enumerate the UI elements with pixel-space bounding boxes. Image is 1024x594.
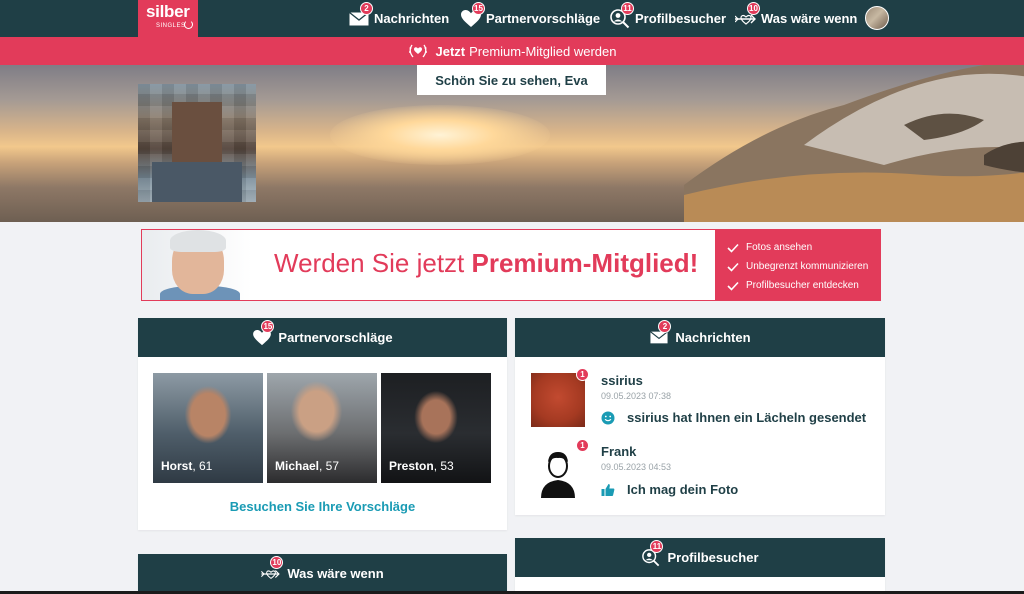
greeting-box: Schön Sie zu sehen, Eva [417, 65, 606, 95]
profile-shoulder [152, 162, 242, 202]
top-navigation: silber SINGLES 2 Nachrichten 15 Partnerv… [0, 0, 1024, 37]
suggestions-card-title: Partnervorschläge [278, 330, 393, 345]
visitors-card: 11 Profilbesucher [515, 538, 885, 594]
message-sender-name[interactable]: Frank [601, 444, 636, 459]
smile-icon [601, 411, 615, 424]
premium-banner[interactable]: Werden Sie jetzt Premium-Mitglied! Fotos… [141, 229, 881, 301]
logo-subtext: SINGLES [156, 23, 186, 29]
suggestion-name: Michael [275, 459, 320, 473]
nav-whatif[interactable]: 10 Was wäre wenn [735, 0, 857, 37]
premium-stripe[interactable]: Jetzt Premium-Mitglied werden [0, 37, 1024, 65]
laurel-heart-icon [409, 44, 428, 58]
message-sender-name[interactable]: ssirius [601, 373, 643, 388]
logo-heart-icon [184, 20, 193, 29]
message-preview[interactable]: ssirius hat Ihnen ein Lächeln gesendet [601, 410, 866, 425]
banner-man-photo [142, 230, 252, 300]
suggestion-label: Horst, 61 [161, 459, 212, 473]
nav-whatif-label: Was wäre wenn [761, 11, 858, 26]
arrow-heart-icon: 10 [261, 555, 284, 582]
visitors-card-title: Profilbesucher [667, 550, 759, 565]
heart-icon: 15 [252, 319, 275, 346]
message-time: 09.05.2023 07:38 [601, 391, 672, 401]
silber-singles-logo[interactable]: silber SINGLES [138, 0, 198, 37]
message-preview-text: ssirius hat Ihnen ein Lächeln gesendet [627, 410, 867, 425]
messages-card: 2 Nachrichten 1 ssirius 09.05.2023 07:38… [515, 318, 885, 515]
banner-text-pre: Werden Sie jetzt [274, 248, 465, 278]
messages-badge: 2 [360, 1, 373, 15]
whatif-badge: 10 [747, 1, 760, 15]
whatif-card-title: Was wäre wenn [287, 566, 384, 581]
message-unread-badge: 1 [576, 439, 589, 452]
check-icon [727, 281, 739, 291]
suggestion-label: Michael, 57 [275, 459, 339, 473]
banner-feature: Unbegrenzt kommunizieren [727, 257, 880, 276]
banner-headline: Werden Sie jetzt Premium-Mitglied! [274, 248, 698, 279]
hero-sun-glow [330, 105, 550, 165]
check-icon [727, 243, 739, 253]
visitors-card-badge: 11 [650, 539, 664, 553]
visitor-icon: 11 [641, 539, 664, 566]
suggestions-card: 15 Partnervorschläge Horst, 61 Michael, … [138, 318, 507, 530]
nav-visitors-label: Profilbesucher [635, 11, 727, 26]
profile-face-pixelated [172, 102, 222, 164]
suggestions-card-badge: 15 [261, 319, 275, 333]
nav-messages-label: Nachrichten [374, 11, 450, 26]
message-sender-photo[interactable]: 1 [531, 368, 589, 427]
suggestion-age: , 53 [433, 459, 454, 473]
banner-man-hair [170, 230, 226, 252]
messages-card-header[interactable]: 2 Nachrichten [515, 318, 885, 357]
message-preview-text: Ich mag dein Foto [627, 482, 739, 497]
suggestion-tile[interactable]: Preston, 53 [381, 373, 491, 483]
suggestion-age: , 57 [319, 459, 340, 473]
nav-visitors[interactable]: 11 Profilbesucher [609, 0, 726, 37]
user-avatar[interactable] [865, 6, 889, 30]
visitors-badge: 11 [621, 1, 634, 15]
banner-feature: Profilbesucher entdecken [727, 276, 880, 295]
nav-messages[interactable]: 2 Nachrichten [348, 0, 449, 37]
suggestion-label: Preston, 53 [389, 459, 454, 473]
banner-feature: Fotos ansehen [727, 238, 880, 257]
suggestion-name: Horst [161, 459, 193, 473]
messages-card-title: Nachrichten [675, 330, 751, 345]
profile-photo[interactable] [138, 84, 256, 202]
banner-feature-label: Profilbesucher entdecken [746, 280, 859, 291]
whatif-card: 10 Was wäre wenn [138, 554, 507, 594]
message-preview[interactable]: Ich mag dein Foto [601, 482, 738, 497]
premium-stripe-bold: Jetzt [435, 43, 466, 59]
banner-feature-label: Fotos ansehen [746, 242, 813, 253]
envelope-icon: 2 [649, 319, 672, 346]
nav-suggestions[interactable]: 15 Partnervorschläge [460, 0, 600, 37]
suggestion-tile[interactable]: Michael, 57 [267, 373, 377, 483]
envelope-icon: 2 [348, 1, 373, 28]
message-time: 09.05.2023 04:53 [601, 462, 672, 472]
heart-icon: 15 [460, 1, 485, 28]
whatif-card-badge: 10 [270, 555, 284, 569]
thumbs-up-icon [601, 483, 615, 496]
visitors-card-header[interactable]: 11 Profilbesucher [515, 538, 885, 577]
suggestions-card-header[interactable]: 15 Partnervorschläge [138, 318, 507, 357]
suggestion-name: Preston [389, 459, 434, 473]
arrow-heart-icon: 10 [735, 1, 760, 28]
hero-banner: Schön Sie zu sehen, Eva [0, 65, 1024, 222]
suggestion-age: , 61 [192, 459, 213, 473]
whatif-card-header[interactable]: 10 Was wäre wenn [138, 554, 507, 593]
banner-feature-list: Fotos ansehen Unbegrenzt kommunizieren P… [715, 230, 880, 300]
premium-stripe-text: Premium-Mitglied werden [469, 43, 617, 59]
banner-text-bold: Premium-Mitglied! [471, 248, 699, 278]
suggestion-tile[interactable]: Horst, 61 [153, 373, 263, 483]
banner-feature-label: Unbegrenzt kommunizieren [746, 261, 869, 272]
logo-text: silber [146, 2, 190, 21]
hero-dune-image [684, 65, 1024, 222]
message-unread-badge: 1 [576, 368, 589, 381]
check-icon [727, 262, 739, 272]
default-avatar-icon [541, 452, 575, 498]
visitor-icon: 11 [609, 1, 634, 28]
nav-suggestions-label: Partnervorschläge [486, 11, 601, 26]
visit-suggestions-link[interactable]: Besuchen Sie Ihre Vorschläge [138, 499, 507, 514]
message-sender-photo[interactable]: 1 [531, 439, 589, 498]
suggestions-badge: 15 [472, 1, 485, 15]
messages-card-badge: 2 [658, 319, 672, 333]
